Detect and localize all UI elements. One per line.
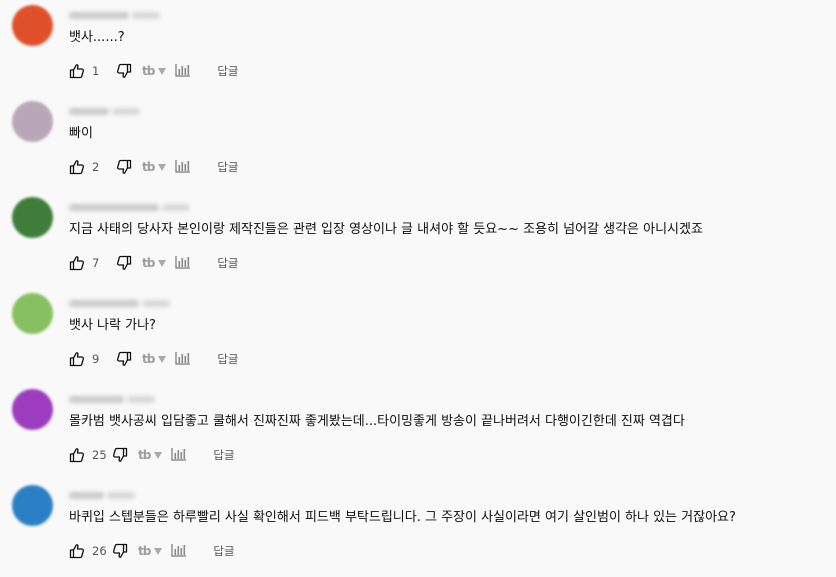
comment-text: 바퀴입 스텝분들은 하루빨리 사실 확인해서 피드백 부탁드립니다. 그 주장이… — [69, 510, 736, 525]
comment-thread: 빠이 2 tb 답글 — [0, 96, 836, 192]
triangle-down-icon[interactable] — [154, 547, 163, 555]
reply-button[interactable]: 답글 — [213, 447, 234, 463]
comment-thread: 뱃사 나락 가나? 9 tb 답글 — [0, 288, 836, 384]
reply-button[interactable]: 답글 — [217, 351, 238, 367]
comment-thread: 지금 사태의 당사자 본인이랑 제작진들은 관련 입장 영상이나 글 내셔야 할… — [0, 192, 836, 288]
avatar[interactable] — [12, 197, 53, 238]
reply-button[interactable]: 답글 — [217, 159, 238, 175]
bar-chart-icon[interactable] — [175, 351, 191, 368]
comment-text: 뱃사......? — [69, 30, 125, 45]
tb-logo-icon[interactable]: tb — [138, 448, 151, 462]
thumb-up-icon[interactable] — [69, 255, 85, 271]
thumb-up-icon[interactable] — [69, 543, 85, 559]
bar-chart-icon[interactable] — [175, 63, 191, 80]
thumb-up-icon[interactable] — [69, 63, 85, 79]
bar-chart-icon[interactable] — [171, 447, 187, 464]
thumb-down-icon[interactable] — [112, 447, 128, 463]
like-count: 25 — [92, 448, 107, 462]
tb-logo-icon[interactable]: tb — [142, 160, 155, 174]
thumb-up-icon[interactable] — [69, 351, 85, 367]
comment-thread: 바퀴입 스텝분들은 하루빨리 사실 확인해서 피드백 부탁드립니다. 그 주장이… — [0, 480, 836, 576]
triangle-down-icon[interactable] — [158, 67, 167, 75]
comment-text: 몰카범 뱃사공씨 입담좋고 쿨해서 진짜진짜 좋게봤는데...타이밍좋게 방송이… — [69, 414, 685, 429]
tb-logo-icon[interactable]: tb — [142, 352, 155, 366]
avatar[interactable] — [12, 101, 53, 142]
avatar[interactable] — [12, 293, 53, 334]
like-count: 26 — [92, 544, 107, 558]
triangle-down-icon[interactable] — [158, 355, 167, 363]
thumb-down-icon[interactable] — [116, 159, 132, 175]
author-name[interactable] — [69, 298, 189, 308]
comment-text: 뱃사 나락 가나? — [69, 318, 156, 333]
like-count: 1 — [92, 64, 100, 78]
author-name[interactable] — [69, 106, 189, 116]
comment-text: 지금 사태의 당사자 본인이랑 제작진들은 관련 입장 영상이나 글 내셔야 할… — [69, 222, 703, 237]
comment-actions: 1 tb 답글 — [69, 63, 239, 79]
avatar[interactable] — [12, 485, 53, 526]
tb-logo-icon[interactable]: tb — [142, 256, 155, 270]
reply-button[interactable]: 답글 — [217, 255, 238, 271]
bar-chart-icon[interactable] — [175, 159, 191, 176]
author-name[interactable] — [69, 202, 189, 212]
comment-actions: 2 tb 답글 — [69, 159, 239, 175]
avatar[interactable] — [12, 389, 53, 430]
comment-thread: 뱃사......? 1 tb 답글 — [0, 0, 836, 96]
thumb-up-icon[interactable] — [69, 159, 85, 175]
triangle-down-icon[interactable] — [154, 451, 163, 459]
like-count: 7 — [92, 256, 100, 270]
tb-logo-icon[interactable]: tb — [138, 544, 151, 558]
like-count: 2 — [92, 160, 100, 174]
reply-button[interactable]: 답글 — [217, 63, 238, 79]
avatar[interactable] — [12, 5, 53, 46]
reply-button[interactable]: 답글 — [213, 543, 234, 559]
thumb-up-icon[interactable] — [69, 447, 85, 463]
comment-actions: 9 tb 답글 — [69, 351, 239, 367]
comment-thread: 몰카범 뱃사공씨 입담좋고 쿨해서 진짜진짜 좋게봤는데...타이밍좋게 방송이… — [0, 384, 836, 480]
like-count: 9 — [92, 352, 100, 366]
comment-actions: 7 tb 답글 — [69, 255, 239, 271]
tb-logo-icon[interactable]: tb — [142, 64, 155, 78]
author-name[interactable] — [69, 10, 189, 20]
thumb-down-icon[interactable] — [116, 351, 132, 367]
bar-chart-icon[interactable] — [171, 543, 187, 560]
comment-actions: 26 tb 답글 — [69, 543, 235, 559]
thumb-down-icon[interactable] — [116, 255, 132, 271]
thumb-down-icon[interactable] — [116, 63, 132, 79]
triangle-down-icon[interactable] — [158, 163, 167, 171]
comment-text: 빠이 — [69, 126, 93, 141]
thumb-down-icon[interactable] — [112, 543, 128, 559]
bar-chart-icon[interactable] — [175, 255, 191, 272]
comment-actions: 25 tb 답글 — [69, 447, 235, 463]
author-name[interactable] — [69, 490, 189, 500]
triangle-down-icon[interactable] — [158, 259, 167, 267]
author-name[interactable] — [69, 394, 189, 404]
